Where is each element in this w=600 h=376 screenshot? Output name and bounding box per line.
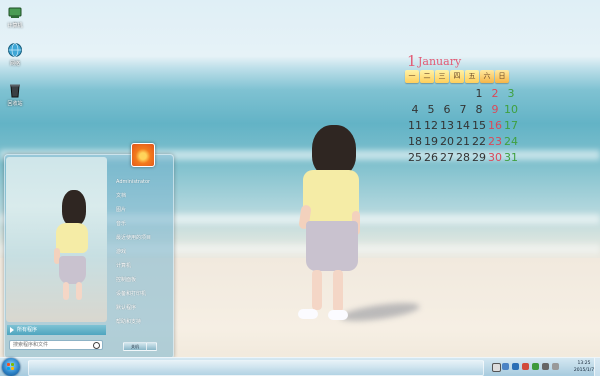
calendar-day[interactable]: 10 [503, 102, 519, 118]
recycle-bin-icon [10, 84, 20, 98]
antivirus-icon[interactable] [532, 363, 539, 370]
keyboard-layout-icon[interactable] [492, 363, 501, 372]
desktop-icon-label: 计算机 [7, 23, 23, 29]
network-globe-icon [8, 43, 22, 57]
calendar-day[interactable]: 11 [407, 118, 423, 134]
power-icon[interactable] [552, 363, 559, 370]
start-menu-item-documents[interactable]: 文档 [115, 189, 171, 203]
desktop-icon-recycle-bin[interactable]: 回收站 [0, 82, 30, 107]
start-menu-item-user[interactable]: Administrator [115, 175, 171, 189]
calendar-day[interactable]: 5 [423, 102, 439, 118]
start-menu-item-games[interactable]: 游戏 [115, 245, 171, 259]
calendar-day[interactable]: 24 [503, 134, 519, 150]
calendar-day [407, 86, 423, 102]
calendar-day[interactable]: 14 [455, 118, 471, 134]
start-menu: Administrator 文档 图片 音乐 最近使用的项目 游戏 计算机 控制… [4, 143, 174, 359]
calendar-day[interactable]: 19 [423, 134, 439, 150]
calendar-day[interactable]: 16 [487, 118, 503, 134]
all-programs-button[interactable]: 所有程序 [7, 325, 106, 335]
taskbar: 13:25 2015/1/7 [0, 357, 600, 376]
calendar-week-row: 25 26 27 28 29 30 31 [407, 150, 519, 166]
windows-logo-icon [7, 363, 15, 371]
search-icon [93, 342, 100, 349]
calendar-day[interactable]: 22 [471, 134, 487, 150]
taskbar-button-area[interactable] [28, 360, 484, 376]
calendar-day[interactable]: 23 [487, 134, 503, 150]
shutdown-button[interactable]: 关机 [123, 342, 147, 351]
desktop-icon-network[interactable]: 网络 [0, 42, 30, 67]
start-menu-item-computer[interactable]: 计算机 [115, 259, 171, 273]
calendar-day[interactable]: 1 [471, 86, 487, 102]
calendar-day[interactable]: 20 [439, 134, 455, 150]
desktop-icon-label: 网络 [9, 61, 20, 67]
calendar-day[interactable]: 6 [439, 102, 455, 118]
start-menu-item-recent[interactable]: 最近使用的项目 [115, 231, 171, 245]
weekday-label: 三 [435, 70, 449, 83]
calendar-day[interactable]: 9 [487, 102, 503, 118]
computer-icon [8, 7, 22, 18]
calendar-weekday-header: 一 二 三 四 五 六 日 [405, 70, 509, 83]
desktop-icon-computer[interactable]: 计算机 [0, 4, 30, 29]
calendar-week-row: 123 [407, 86, 519, 102]
show-desktop-button[interactable] [594, 358, 600, 376]
child-thumbnail [54, 190, 90, 305]
calendar-day[interactable]: 18 [407, 134, 423, 150]
calendar-day[interactable]: 3 [503, 86, 519, 102]
weekday-label: 二 [420, 70, 434, 83]
calendar-week-row: 11 12 13 14 15 16 17 [407, 118, 519, 134]
calendar-day[interactable]: 13 [439, 118, 455, 134]
calendar-day[interactable]: 29 [471, 150, 487, 166]
calendar-day[interactable]: 25 [407, 150, 423, 166]
calendar-day[interactable]: 28 [455, 150, 471, 166]
volume-icon[interactable] [542, 363, 549, 370]
calendar-day[interactable]: 27 [439, 150, 455, 166]
start-menu-item-music[interactable]: 音乐 [115, 217, 171, 231]
calendar-month-number: 1 [407, 52, 417, 70]
calendar-week-row: 4 5 6 7 8 9 10 [407, 102, 519, 118]
calendar-day[interactable]: 30 [487, 150, 503, 166]
calendar-day[interactable]: 4 [407, 102, 423, 118]
shutdown-options-button[interactable] [146, 342, 157, 351]
weekday-label: 日 [495, 70, 509, 83]
calendar-month-name: January [418, 55, 462, 68]
start-menu-program-list [6, 157, 107, 322]
all-programs-label: 所有程序 [17, 327, 38, 333]
start-menu-item-default-programs[interactable]: 默认程序 [115, 301, 171, 315]
user-picture[interactable] [131, 143, 155, 167]
child-figure [298, 125, 362, 325]
notification-area: 13:25 2015/1/7 [490, 359, 600, 375]
calendar-day[interactable]: 26 [423, 150, 439, 166]
calendar-day[interactable]: 17 [503, 118, 519, 134]
calendar-day[interactable]: 12 [423, 118, 439, 134]
start-button[interactable] [2, 358, 20, 376]
flag-icon[interactable] [522, 363, 529, 370]
calendar-day[interactable]: 21 [455, 134, 471, 150]
calendar-week-row: 18 19 20 21 22 23 24 [407, 134, 519, 150]
start-menu-right-pane: Administrator 文档 图片 音乐 最近使用的项目 游戏 计算机 控制… [115, 175, 171, 329]
calendar-day[interactable]: 15 [471, 118, 487, 134]
calendar-day [439, 86, 455, 102]
weekday-label: 一 [405, 70, 419, 83]
desktop-icon-label: 回收站 [7, 101, 23, 107]
start-menu-item-control-panel[interactable]: 控制面板 [115, 273, 171, 287]
calendar-day[interactable]: 8 [471, 102, 487, 118]
start-search-input[interactable] [13, 341, 83, 349]
start-menu-item-help[interactable]: 帮助和支持 [115, 315, 171, 329]
weekday-label: 六 [480, 70, 494, 83]
start-menu-item-pictures[interactable]: 图片 [115, 203, 171, 217]
triangle-right-icon [10, 327, 14, 333]
calendar-day[interactable]: 7 [455, 102, 471, 118]
start-menu-item-devices[interactable]: 设备和打印机 [115, 287, 171, 301]
calendar-day-grid: 1 2 3 4 5 6 7 8 9 10 11 12 13 14 15 16 17 18 19 20 21 22 23 24 2… [407, 86, 519, 166]
calendar-gadget[interactable]: 1 January 一 二 三 四 五 六 日 1 2 3 4 5 6 7 8 9 10 11 12 1… [403, 52, 523, 182]
start-search-box[interactable] [9, 340, 103, 350]
calendar-day[interactable]: 2 [487, 86, 503, 102]
calendar-day [455, 86, 471, 102]
network-icon[interactable] [502, 363, 509, 370]
weekday-label: 五 [465, 70, 479, 83]
action-center-icon[interactable] [512, 363, 519, 370]
weekday-label: 四 [450, 70, 464, 83]
calendar-day[interactable]: 31 [503, 150, 519, 166]
calendar-day [423, 86, 439, 102]
